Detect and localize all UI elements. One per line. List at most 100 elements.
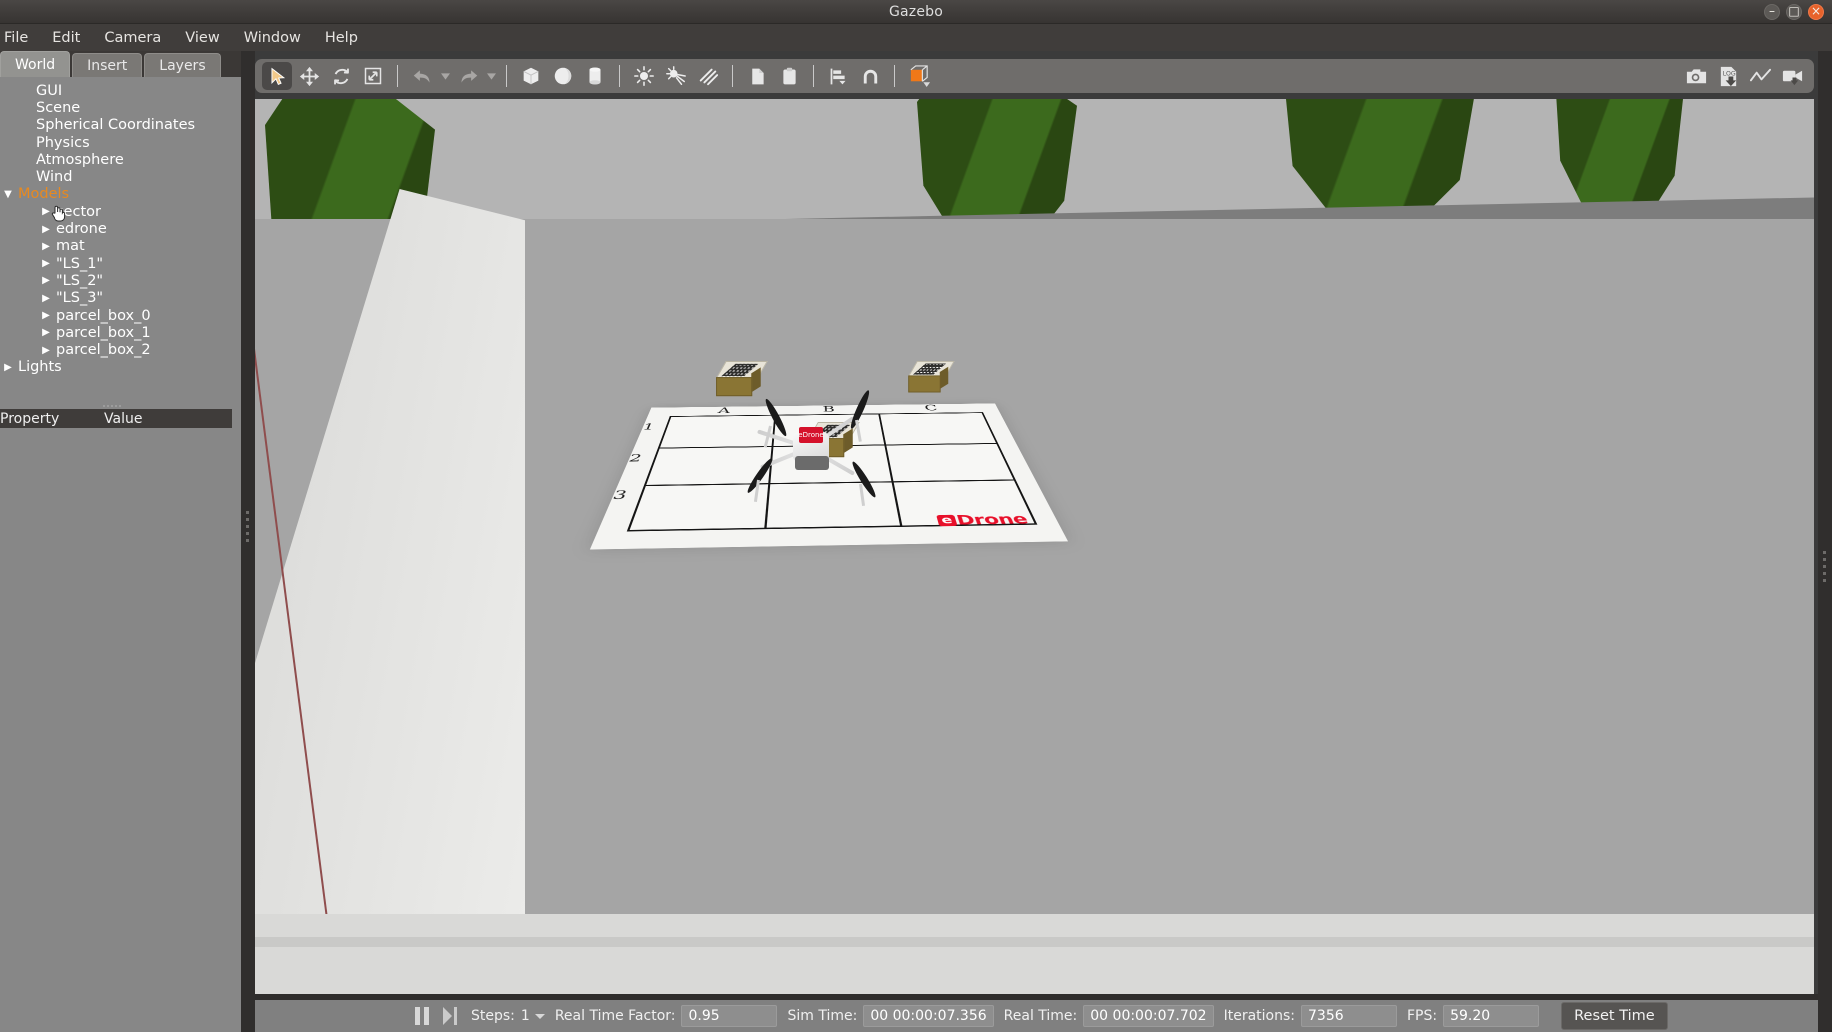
tree-item-lights[interactable]: ▶ Lights xyxy=(0,359,235,376)
fps-value: 59.20 xyxy=(1443,1005,1540,1027)
screenshot-button[interactable] xyxy=(1681,62,1711,90)
tab-insert[interactable]: Insert xyxy=(72,53,143,77)
menu-edit[interactable]: Edit xyxy=(40,27,92,49)
tree-item-label: Lights xyxy=(18,359,62,376)
menu-view[interactable]: View xyxy=(173,27,231,49)
spot-light-button[interactable] xyxy=(661,62,691,90)
parcel-box-2[interactable] xyxy=(908,361,955,395)
tree-item-edrone[interactable]: ▶ edrone xyxy=(0,220,235,237)
drone-edrone-logo: eDrone xyxy=(798,427,824,443)
menu-help[interactable]: Help xyxy=(313,27,370,49)
tree-item-sector[interactable]: ▶ sector xyxy=(0,203,235,220)
chevron-right-icon[interactable]: ▶ xyxy=(38,241,54,252)
pause-icon xyxy=(415,1007,429,1025)
insert-cylinder-button[interactable] xyxy=(580,62,610,90)
chevron-right-icon[interactable]: ▶ xyxy=(38,275,54,286)
selection-mode-button[interactable] xyxy=(262,62,292,90)
insert-sphere-button[interactable] xyxy=(548,62,578,90)
pause-button[interactable] xyxy=(415,1007,429,1025)
copy-button[interactable] xyxy=(742,62,772,90)
tree-item-wind[interactable]: ▶Wind xyxy=(0,168,235,185)
parcel-front-face xyxy=(908,375,941,393)
chevron-right-icon[interactable]: ▶ xyxy=(38,327,54,338)
chevron-right-icon[interactable]: ▶ xyxy=(38,293,54,304)
tree-item-gui[interactable]: ▶GUI xyxy=(0,82,235,99)
minimize-button[interactable]: – xyxy=(1764,4,1780,20)
edrone-logo-mark: e xyxy=(936,514,958,527)
tab-world[interactable]: World xyxy=(0,51,71,77)
steps-control[interactable]: Steps: 1 xyxy=(471,1008,545,1024)
tree-item-parcel_box_2[interactable]: ▶ parcel_box_2 xyxy=(0,341,235,358)
chevron-right-icon[interactable]: ▶ xyxy=(0,362,16,373)
tree-item-atmosphere[interactable]: ▶Atmosphere xyxy=(0,151,235,168)
cursor-arrow-icon xyxy=(270,67,285,85)
tree-item-label: "LS_3" xyxy=(56,290,104,307)
chevron-down-icon[interactable] xyxy=(534,1013,545,1019)
chevron-right-icon[interactable]: ▶ xyxy=(38,206,54,217)
window-controls: – □ × xyxy=(1764,4,1824,20)
toolbar-separator xyxy=(397,65,398,87)
video-record-button[interactable] xyxy=(1777,62,1807,90)
menu-camera[interactable]: Camera xyxy=(92,27,173,49)
scale-mode-button[interactable] xyxy=(358,62,388,90)
snap-button[interactable] xyxy=(855,62,885,90)
menu-window[interactable]: Window xyxy=(232,27,313,49)
rotate-icon xyxy=(333,68,349,84)
tree-item-models[interactable]: ▼ Models xyxy=(0,186,235,203)
close-button[interactable]: × xyxy=(1808,4,1824,20)
render-viewport-3d[interactable]: A B C 1 2 3 e Drone eDrone xyxy=(255,99,1814,994)
tree-item-physics[interactable]: ▶Physics xyxy=(0,134,235,151)
tree-item-label: mat xyxy=(56,238,85,255)
point-light-button[interactable] xyxy=(629,62,659,90)
plot-button[interactable] xyxy=(1745,62,1775,90)
redo-dropdown[interactable] xyxy=(484,62,498,90)
chevron-right-icon[interactable]: ▶ xyxy=(38,258,54,269)
directional-light-icon xyxy=(699,68,719,86)
log-record-button[interactable]: LOG xyxy=(1713,62,1743,90)
camera-icon xyxy=(1686,68,1706,83)
right-panel-splitter[interactable] xyxy=(1818,51,1832,1032)
chevron-right-icon[interactable]: ▶ xyxy=(38,310,54,321)
tree-item-mat[interactable]: ▶ mat xyxy=(0,238,235,255)
mat-row-label-2: 2 xyxy=(626,452,644,465)
tree-item-parcel_box_0[interactable]: ▶ parcel_box_0 xyxy=(0,307,235,324)
menu-file[interactable]: File xyxy=(0,27,40,49)
insert-box-button[interactable] xyxy=(516,62,546,90)
tree-item-scene[interactable]: ▶Scene xyxy=(0,99,235,116)
undo-button[interactable] xyxy=(407,62,437,90)
mat-cell-c1[interactable] xyxy=(877,412,999,446)
rotate-mode-button[interactable] xyxy=(326,62,356,90)
cube-icon xyxy=(523,67,539,85)
tab-layers[interactable]: Layers xyxy=(144,53,221,77)
left-panel-splitter[interactable] xyxy=(241,51,255,1032)
tree-item-sphericalcoordinates[interactable]: ▶Spherical Coordinates xyxy=(0,117,235,134)
translate-mode-button[interactable] xyxy=(294,62,324,90)
tree-item-label: "LS_2" xyxy=(56,272,104,289)
chevron-down-icon[interactable]: ▼ xyxy=(0,189,16,200)
sim-time-value: 00 00:00:07.356 xyxy=(863,1005,994,1027)
real-time-label: Real Time: xyxy=(1003,1008,1078,1024)
redo-button[interactable] xyxy=(453,62,483,90)
sim-time-label: Sim Time: xyxy=(787,1008,858,1024)
world-tree[interactable]: ▶GUI▶Scene▶Spherical Coordinates▶Physics… xyxy=(0,77,235,417)
align-button[interactable] xyxy=(823,62,853,90)
change-view-angle-button[interactable] xyxy=(904,62,934,90)
tree-item-ls_2[interactable]: ▶ "LS_2" xyxy=(0,272,235,289)
step-button[interactable] xyxy=(443,1007,457,1025)
undo-dropdown[interactable] xyxy=(438,62,452,90)
paste-button[interactable] xyxy=(774,62,804,90)
directional-light-button[interactable] xyxy=(693,62,723,90)
edrone-logo-text: Drone xyxy=(954,511,1031,529)
mat-cell-c2[interactable] xyxy=(883,442,1017,483)
tree-item-label: edrone xyxy=(56,221,107,238)
maximize-button[interactable]: □ xyxy=(1786,4,1802,20)
reset-time-button[interactable]: Reset Time xyxy=(1561,1002,1668,1030)
tree-item-ls_3[interactable]: ▶ "LS_3" xyxy=(0,290,235,307)
real-time-factor-label: Real Time Factor: xyxy=(554,1008,676,1024)
chevron-right-icon[interactable]: ▶ xyxy=(38,345,54,356)
fps-field: FPS: 59.20 xyxy=(1407,1005,1540,1027)
tree-item-parcel_box_1[interactable]: ▶ parcel_box_1 xyxy=(0,324,235,341)
chevron-right-icon[interactable]: ▶ xyxy=(38,224,54,235)
edrone-quadcopter[interactable]: eDrone xyxy=(733,384,893,514)
tree-item-ls_1[interactable]: ▶ "LS_1" xyxy=(0,255,235,272)
